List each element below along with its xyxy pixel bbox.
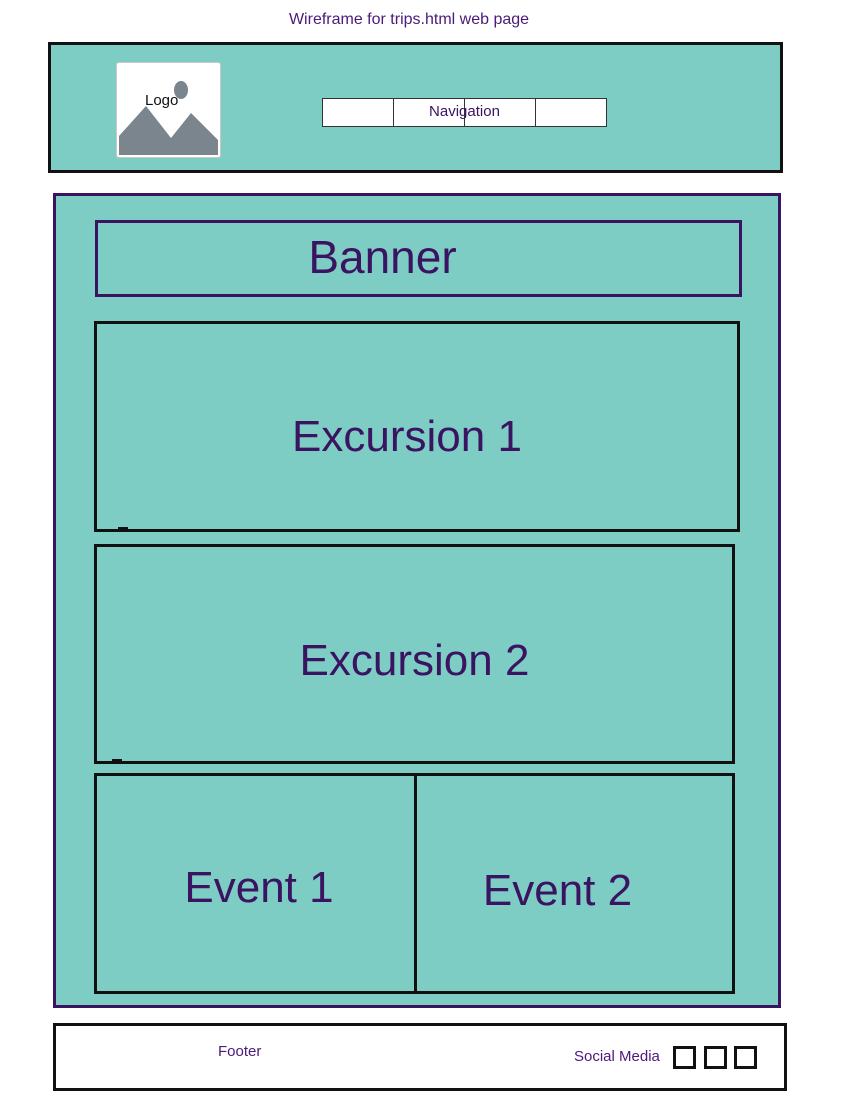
- footer-label: Footer: [218, 1043, 262, 1060]
- event-label: Event 2: [482, 866, 633, 915]
- excursion-label: Excursion 1: [292, 412, 522, 461]
- navigation-label: Navigation: [429, 103, 500, 120]
- social-media-icon[interactable]: [704, 1046, 727, 1069]
- banner-label: Banner: [308, 231, 457, 283]
- logo-label: Logo: [145, 92, 179, 109]
- social-media-label: Social Media: [574, 1048, 660, 1065]
- box-marker: [112, 759, 122, 762]
- image-placeholder-icon: [119, 66, 218, 155]
- event-label: Event 1: [184, 863, 334, 912]
- box-marker: [118, 527, 128, 530]
- social-media-icon[interactable]: [734, 1046, 757, 1069]
- social-media-icon[interactable]: [673, 1046, 696, 1069]
- page-title: Wireframe for trips.html web page: [288, 11, 530, 28]
- excursion-label: Excursion 2: [299, 636, 530, 685]
